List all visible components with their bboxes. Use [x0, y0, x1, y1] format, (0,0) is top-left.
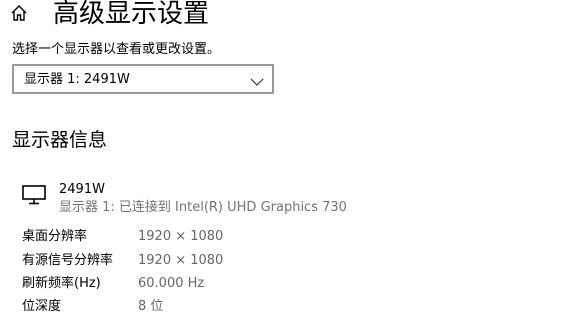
info-label: 桌面分辨率: [22, 229, 88, 244]
page-title: 高级显示设置: [53, 0, 210, 29]
info-row-bit-depth: 位深度 8 位: [22, 298, 422, 316]
monitor-name: 2491W: [59, 182, 105, 197]
home-icon[interactable]: [10, 4, 28, 22]
info-label: 位深度: [22, 299, 62, 314]
display-select-instruction: 选择一个显示器以查看或更改设置。: [12, 42, 221, 57]
display-select-dropdown[interactable]: 显示器 1: 2491W: [12, 64, 274, 94]
info-label: 有源信号分辨率: [22, 253, 114, 268]
info-value: 1920 × 1080: [138, 253, 224, 268]
info-row-desktop-resolution: 桌面分辨率 1920 × 1080: [22, 228, 422, 246]
monitor-connection-description: 显示器 1: 已连接到 Intel(R) UHD Graphics 730: [59, 200, 347, 215]
info-label: 刷新频率(Hz): [22, 276, 101, 291]
info-row-active-signal-resolution: 有源信号分辨率 1920 × 1080: [22, 252, 422, 270]
display-info-heading: 显示器信息: [12, 129, 108, 151]
info-row-refresh-rate: 刷新频率(Hz) 60.000 Hz: [22, 275, 422, 293]
monitor-icon: [22, 185, 46, 205]
display-select-value: 显示器 1: 2491W: [24, 72, 130, 87]
info-value: 1920 × 1080: [138, 229, 224, 244]
advanced-display-settings-page: 高级显示设置 选择一个显示器以查看或更改设置。 显示器 1: 2491W 显示器…: [0, 0, 569, 320]
info-value: 60.000 Hz: [138, 276, 205, 291]
chevron-down-icon: [250, 73, 264, 86]
info-value: 8 位: [138, 299, 164, 314]
